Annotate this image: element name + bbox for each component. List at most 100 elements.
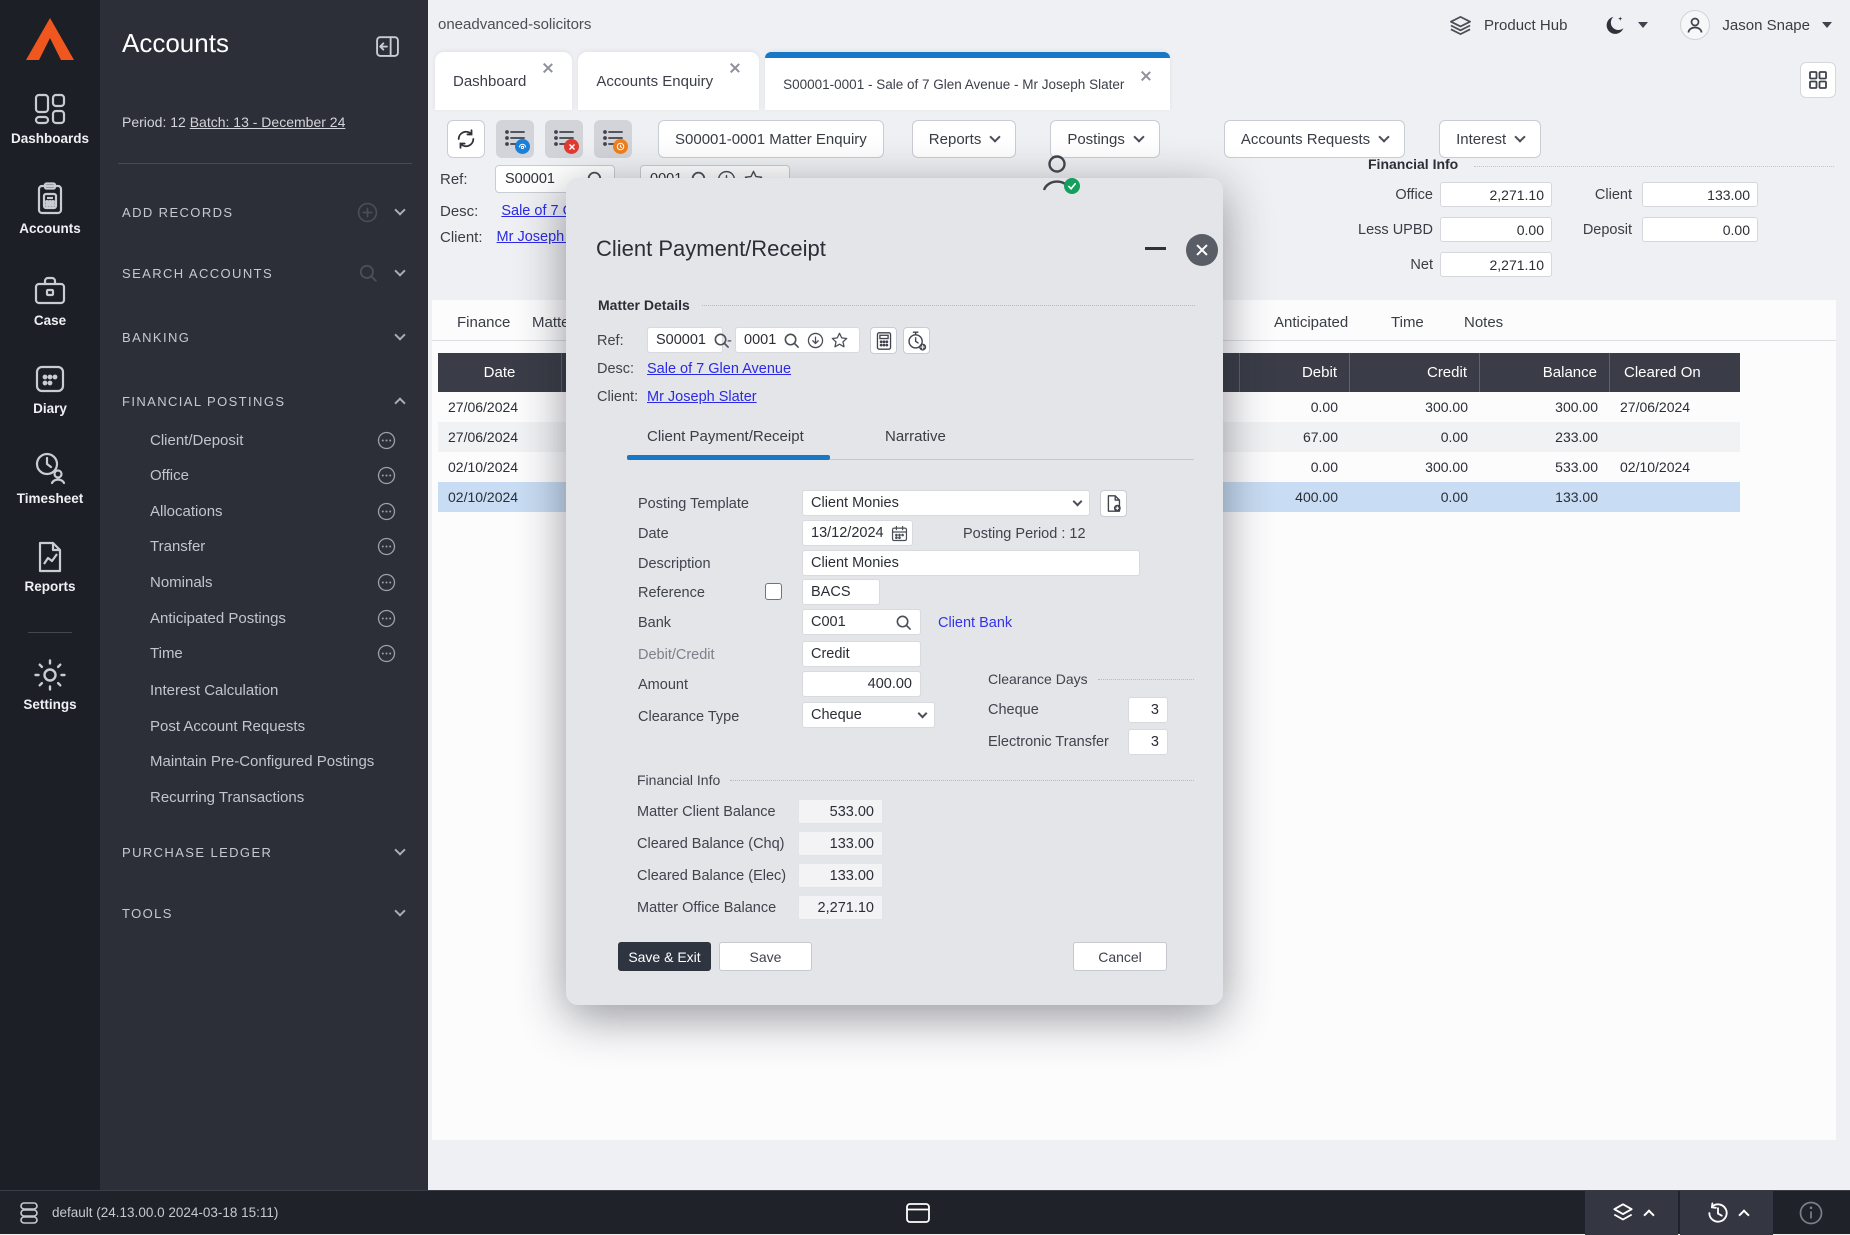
sidebar-group-banking[interactable]: BANKING <box>122 324 412 350</box>
sidebar-group-add-records[interactable]: ADD RECORDS <box>122 199 412 225</box>
sidebar-group-purchase-ledger[interactable]: PURCHASE LEDGER <box>122 839 412 865</box>
chevron-down-icon[interactable] <box>394 204 406 216</box>
ellipsis-menu-icon[interactable] <box>377 573 396 592</box>
reports-dropdown[interactable]: Reports <box>911 120 1017 158</box>
sidebar-item-recurring-transactions[interactable]: Recurring Transactions <box>150 783 412 811</box>
interest-dropdown[interactable]: Interest <box>1439 120 1542 158</box>
net-balance-field[interactable]: 2,271.10 <box>1440 252 1552 277</box>
reference-checkbox[interactable] <box>765 583 782 600</box>
close-tab-icon[interactable] <box>1140 70 1152 82</box>
sidebar-item-client-deposit[interactable]: Client/Deposit <box>150 426 412 454</box>
window-icon[interactable] <box>905 1202 931 1224</box>
rail-item-settings[interactable]: Settings <box>0 658 100 712</box>
dialog-client-link[interactable]: Mr Joseph Slater <box>647 389 757 405</box>
cancel-button[interactable]: Cancel <box>1073 942 1167 971</box>
electronic-transfer-days-input[interactable]: 3 <box>1128 729 1168 755</box>
history-panel-button[interactable] <box>1680 1191 1773 1235</box>
ellipsis-menu-icon[interactable] <box>377 431 396 450</box>
clearance-type-select[interactable]: Cheque <box>802 702 935 728</box>
amount-input[interactable]: 400.00 <box>802 671 921 697</box>
cheque-days-input[interactable]: 3 <box>1128 697 1168 723</box>
matter-enquiry-button[interactable]: S00001-0001 Matter Enquiry <box>658 120 884 158</box>
ellipsis-menu-icon[interactable] <box>377 537 396 556</box>
subtab-time[interactable]: Time <box>1391 314 1424 331</box>
subtab-notes[interactable]: Notes <box>1464 314 1503 331</box>
sidebar-item-time[interactable]: Time <box>150 639 412 667</box>
ellipsis-menu-icon[interactable] <box>377 466 396 485</box>
rail-item-accounts[interactable]: Accounts <box>0 182 100 236</box>
chevron-down-icon[interactable] <box>394 329 406 341</box>
chevron-down-icon[interactable] <box>394 844 406 856</box>
bank-input[interactable]: C001 <box>802 609 921 635</box>
product-hub-layers-icon[interactable] <box>1449 14 1472 37</box>
deposit-field[interactable]: 0.00 <box>1642 217 1758 242</box>
stack-panel-button[interactable] <box>1585 1191 1678 1235</box>
dialog-matter-desc-link[interactable]: Sale of 7 Glen Avenue <box>647 361 791 377</box>
calculator-icon[interactable] <box>870 327 897 354</box>
sidebar-item-maintain-pre-configured-postings[interactable]: Maintain Pre-Configured Postings <box>150 747 412 775</box>
rail-item-timesheet[interactable]: Timesheet <box>0 450 100 506</box>
close-tab-icon[interactable] <box>729 62 741 74</box>
theme-caret-icon[interactable] <box>1638 22 1649 28</box>
ellipsis-menu-icon[interactable] <box>377 502 396 521</box>
dialog-subref-input[interactable]: 0001 <box>735 327 860 353</box>
sidebar-item-interest-calculation[interactable]: Interest Calculation <box>150 676 412 704</box>
chevron-up-icon[interactable] <box>394 397 406 409</box>
chevron-down-icon[interactable] <box>394 265 406 277</box>
subtab-anticipated[interactable]: Anticipated <box>1274 314 1348 331</box>
description-input[interactable]: Client Monies <box>802 550 1140 576</box>
search-icon[interactable] <box>895 614 912 631</box>
sidebar-item-allocations[interactable]: Allocations <box>150 497 412 525</box>
tab-dashboard[interactable]: Dashboard <box>435 52 573 110</box>
client-balance-field[interactable]: 133.00 <box>1642 182 1758 207</box>
user-name[interactable]: Jason Snape <box>1722 17 1810 34</box>
star-icon[interactable] <box>831 332 848 349</box>
sidebar-item-transfer[interactable]: Transfer <box>150 532 412 560</box>
rail-item-dashboards[interactable]: Dashboards <box>0 92 100 146</box>
layout-grid-button[interactable] <box>1800 62 1836 98</box>
sidebar-item-office[interactable]: Office <box>150 461 412 489</box>
accounts-requests-dropdown[interactable]: Accounts Requests <box>1223 120 1406 158</box>
sidebar-item-post-account-requests[interactable]: Post Account Requests <box>150 712 412 740</box>
rail-item-reports[interactable]: Reports <box>0 540 100 594</box>
date-input[interactable]: 13/12/2024 <box>802 520 913 546</box>
product-hub-label[interactable]: Product Hub <box>1484 17 1567 34</box>
search-icon[interactable] <box>358 263 378 283</box>
subtab-finance[interactable]: Finance <box>457 314 510 331</box>
calendar-icon[interactable] <box>891 525 908 542</box>
sidebar-item-nominals[interactable]: Nominals <box>150 568 412 596</box>
close-tab-icon[interactable] <box>542 62 554 74</box>
circle-down-arrow-icon[interactable] <box>807 332 824 349</box>
dialog-tab-narrative[interactable]: Narrative <box>885 428 946 445</box>
plus-circle-icon[interactable] <box>357 202 378 223</box>
chevron-down-icon[interactable] <box>394 905 406 917</box>
reference-input[interactable]: BACS <box>802 579 880 605</box>
posting-list-cancel-button[interactable] <box>545 120 583 158</box>
dialog-ref-input[interactable]: S00001 <box>647 327 729 353</box>
theme-moon-icon[interactable] <box>1605 15 1626 36</box>
sidebar-group-tools[interactable]: TOOLS <box>122 900 412 926</box>
ellipsis-menu-icon[interactable] <box>377 609 396 628</box>
posting-template-select[interactable]: Client Monies <box>802 490 1090 516</box>
search-icon[interactable] <box>783 332 800 349</box>
tab-accounts-enquiry[interactable]: Accounts Enquiry <box>578 52 760 110</box>
info-icon[interactable] <box>1798 1200 1824 1226</box>
tab-matter[interactable]: S00001-0001 - Sale of 7 Glen Avenue - Mr… <box>765 52 1171 110</box>
sidebar-item-anticipated-postings[interactable]: Anticipated Postings <box>150 604 412 632</box>
close-icon[interactable] <box>1186 234 1218 266</box>
rail-item-diary[interactable]: Diary <box>0 362 100 416</box>
client-verified-icon[interactable] <box>1040 152 1080 194</box>
stopwatch-add-icon[interactable] <box>903 327 930 354</box>
collapse-panel-icon[interactable] <box>375 34 400 59</box>
ellipsis-menu-icon[interactable] <box>377 644 396 663</box>
new-template-icon[interactable] <box>1100 490 1127 517</box>
posting-list-pending-button[interactable] <box>594 120 632 158</box>
sidebar-group-search-accounts[interactable]: SEARCH ACCOUNTS <box>122 260 412 286</box>
user-avatar-icon[interactable] <box>1680 10 1711 40</box>
save-button[interactable]: Save <box>719 942 812 971</box>
batch-link[interactable]: Batch: 13 - December 24 <box>190 114 346 130</box>
user-caret-icon[interactable] <box>1822 22 1832 28</box>
client-bank-link[interactable]: Client Bank <box>938 615 1012 631</box>
posting-list-audit-button[interactable] <box>496 120 534 158</box>
save-exit-button[interactable]: Save & Exit <box>618 942 711 971</box>
